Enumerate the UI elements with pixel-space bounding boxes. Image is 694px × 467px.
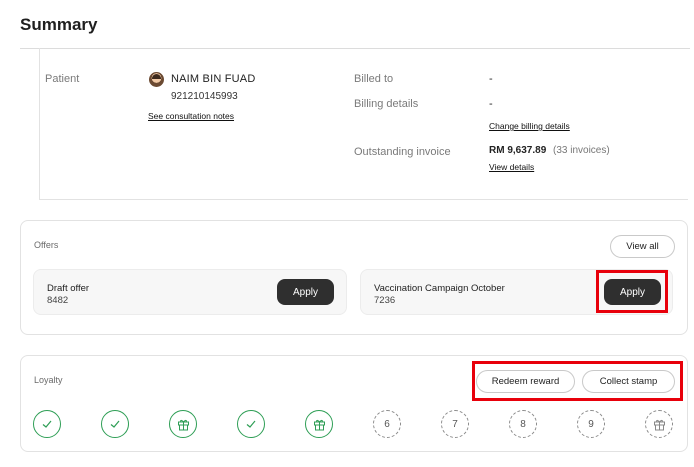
stamp-5 — [305, 410, 333, 438]
check-icon — [42, 420, 52, 428]
gift-icon — [313, 419, 325, 430]
offers-title: Offers — [34, 240, 59, 250]
stamp-4 — [237, 410, 265, 438]
loyalty-title: Loyalty — [34, 375, 63, 385]
change-billing-details-link[interactable]: Change billing details — [489, 121, 570, 131]
highlight-box-apply — [596, 270, 668, 313]
apply-offer-button-draft[interactable]: Apply — [277, 279, 334, 305]
stamp-7: 7 — [441, 410, 469, 438]
stamp-3 — [169, 410, 197, 438]
highlight-box-loyalty-actions — [472, 361, 683, 401]
gift-icon — [653, 419, 665, 430]
offer-name: Vaccination Campaign October — [374, 283, 505, 294]
gift-icon — [177, 419, 189, 430]
outstanding-amount: RM 9,637.89 — [489, 145, 547, 156]
patient-id: 921210145993 — [171, 91, 238, 102]
stamp-10 — [645, 410, 673, 438]
patient-name: NAIM BIN FUAD — [171, 73, 256, 85]
patient-label: Patient — [45, 73, 80, 85]
billed-to-value: - — [489, 73, 493, 85]
check-icon — [110, 420, 120, 428]
billing-details-label: Billing details — [354, 98, 419, 110]
check-icon — [246, 420, 256, 428]
view-all-button[interactable]: View all — [610, 235, 675, 258]
stamp-2 — [101, 410, 129, 438]
stamp-8: 8 — [509, 410, 537, 438]
outstanding-invoice-count: (33 invoices) — [553, 145, 610, 156]
outstanding-invoice-label: Outstanding invoice — [354, 146, 451, 158]
avatar — [149, 72, 164, 87]
billing-details-value: - — [489, 98, 493, 110]
stamp-1 — [33, 410, 61, 438]
patient-summary-panel — [39, 48, 688, 200]
see-consultation-notes-link[interactable]: See consultation notes — [148, 111, 234, 121]
billed-to-label: Billed to — [354, 73, 394, 85]
offer-code: 7236 — [374, 295, 396, 306]
offer-name: Draft offer — [47, 283, 90, 294]
stamp-6: 6 — [373, 410, 401, 438]
page-title: Summary — [20, 15, 98, 34]
offer-code: 8482 — [47, 295, 69, 306]
stamp-9: 9 — [577, 410, 605, 438]
view-details-link[interactable]: View details — [489, 162, 534, 172]
